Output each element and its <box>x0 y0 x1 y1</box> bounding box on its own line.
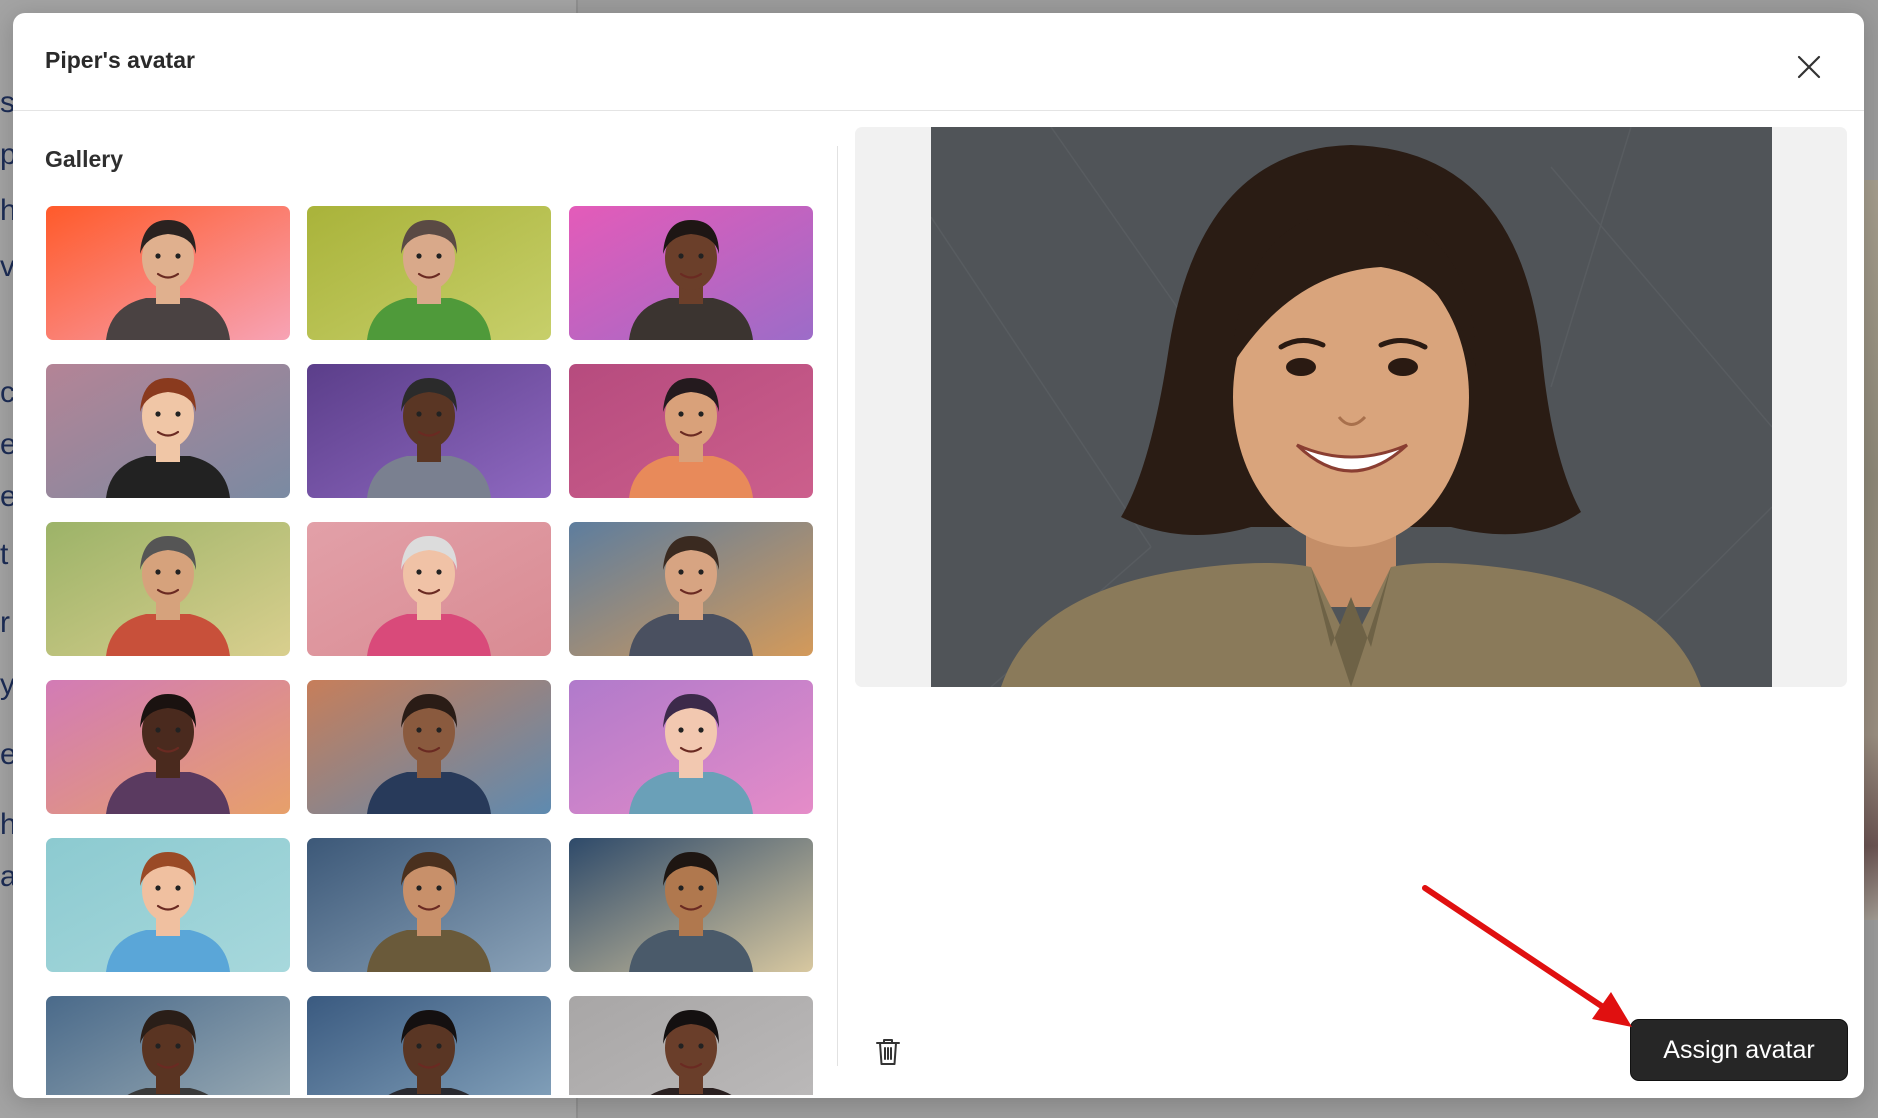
gallery-avatar-thumbnail[interactable] <box>307 522 551 656</box>
background-text-fragment: h <box>0 196 14 226</box>
gallery-avatar-thumbnail[interactable] <box>46 206 290 340</box>
background-text-fragment: e <box>0 740 14 770</box>
avatar-preview-image <box>931 127 1772 687</box>
gallery-avatar-thumbnail[interactable] <box>307 364 551 498</box>
background-image-strip <box>1862 180 1878 920</box>
gallery-avatar-thumbnail[interactable] <box>569 522 813 656</box>
gallery-avatar-thumbnail[interactable] <box>46 838 290 972</box>
dialog-header: Piper's avatar <box>13 13 1864 111</box>
background-text-fragment: a <box>0 862 14 892</box>
delete-avatar-button[interactable] <box>871 1033 905 1071</box>
gallery-grid <box>33 192 813 1095</box>
background-text-fragment: r <box>0 608 10 638</box>
background-text-fragment: c <box>0 378 14 408</box>
gallery-avatar-thumbnail[interactable] <box>46 364 290 498</box>
panel-divider <box>837 146 838 1066</box>
gallery-avatar-thumbnail[interactable] <box>307 680 551 814</box>
gallery-avatar-thumbnail[interactable] <box>569 206 813 340</box>
background-text-fragment: e <box>0 482 14 512</box>
close-icon <box>1797 55 1821 79</box>
background-text-fragment: p <box>0 140 14 170</box>
dialog-title: Piper's avatar <box>45 47 195 73</box>
gallery-avatar-thumbnail[interactable] <box>569 364 813 498</box>
gallery-avatar-thumbnail[interactable] <box>307 996 551 1095</box>
gallery-avatar-thumbnail[interactable] <box>46 522 290 656</box>
background-text-fragment: e <box>0 430 14 460</box>
gallery-heading: Gallery <box>45 146 123 172</box>
gallery-avatar-thumbnail[interactable] <box>569 680 813 814</box>
background-text-fragment: v <box>0 252 14 282</box>
gallery-avatar-thumbnail[interactable] <box>569 996 813 1095</box>
gallery-avatar-thumbnail[interactable] <box>307 838 551 972</box>
assign-avatar-button[interactable]: Assign avatar <box>1630 1019 1848 1081</box>
background-text-fragment: s <box>0 88 14 118</box>
gallery-avatar-thumbnail[interactable] <box>46 680 290 814</box>
background-text-fragment: h <box>0 810 14 840</box>
avatar-preview-panel <box>855 127 1847 687</box>
gallery-avatar-thumbnail[interactable] <box>46 996 290 1095</box>
gallery-avatar-thumbnail[interactable] <box>569 838 813 972</box>
background-text-fragment: t <box>0 540 9 570</box>
background-text-fragment: y <box>0 670 14 700</box>
close-button[interactable] <box>1790 48 1828 86</box>
avatar-dialog: Piper's avatar Gallery Assign avatar <box>13 13 1864 1098</box>
trash-icon <box>876 1039 900 1065</box>
gallery-avatar-thumbnail[interactable] <box>307 206 551 340</box>
